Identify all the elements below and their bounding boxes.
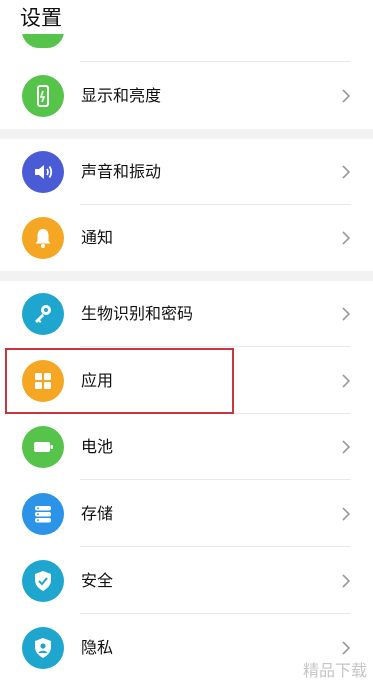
settings-item-label: 声音和振动 [81,162,162,181]
shield-check-icon [22,560,64,602]
settings-item-notifications[interactable]: 通知 [0,205,373,271]
settings-item-battery[interactable]: 电池 [0,414,373,480]
app-grid-icon [22,360,64,402]
settings-item-biometrics[interactable]: 生物识别和密码 [0,281,373,347]
settings-item-label: 安全 [81,571,114,590]
chevron-right-icon [342,507,351,521]
section-gap [0,271,373,281]
settings-item-label: 电池 [81,437,114,456]
settings-item-sound[interactable]: 声音和振动 [0,139,373,205]
divider [80,346,351,347]
settings-item-label: 显示和亮度 [81,86,162,105]
chevron-right-icon [342,165,351,179]
chevron-right-icon [342,374,351,388]
settings-item-label: 通知 [81,228,114,247]
divider [80,613,351,614]
shield-person-icon [22,627,64,669]
settings-item-label: 隐私 [81,638,114,657]
speaker-icon [22,151,64,193]
chevron-right-icon [342,307,351,321]
settings-item-label: 生物识别和密码 [81,304,194,323]
watermark: 精品下载 [302,661,367,680]
battery-icon [22,426,64,468]
settings-item-display[interactable]: 显示和亮度 [0,63,373,129]
divider [80,61,351,62]
chevron-right-icon [342,574,351,588]
phone-display-icon [22,75,64,117]
settings-item-label: 存储 [81,504,114,523]
chevron-right-icon [342,231,351,245]
settings-item-security[interactable]: 安全 [0,548,373,614]
settings-item-label: 应用 [81,371,114,390]
key-icon [22,293,64,335]
storage-icon [22,493,64,535]
chevron-right-icon [342,89,351,103]
divider [80,479,351,480]
chevron-right-icon [342,641,351,655]
settings-item-storage[interactable]: 存储 [0,481,373,547]
chevron-right-icon [342,440,351,454]
settings-item-apps[interactable]: 应用 [0,348,373,414]
divider [80,546,351,547]
page-title: 设置 [20,6,62,30]
section-gap [0,129,373,139]
bell-icon [22,217,64,259]
